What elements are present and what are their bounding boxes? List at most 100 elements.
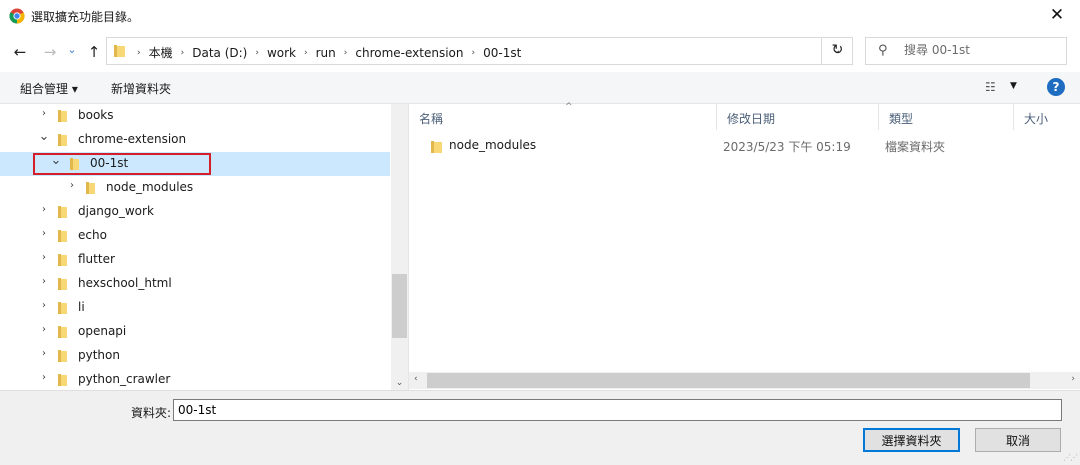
chevron-down-icon[interactable]: ⌄ (38, 129, 50, 144)
breadcrumb-this-pc[interactable]: 本機 (145, 44, 177, 61)
chevron-right-icon[interactable]: › (300, 48, 312, 58)
file-name: node_modules (449, 138, 537, 152)
tree-item[interactable]: › flutter (0, 248, 390, 272)
view-options-icon[interactable]: ☷ (985, 80, 996, 94)
file-modified: 2023/5/23 下午 05:19 (723, 140, 851, 154)
chevron-right-icon[interactable]: › (251, 48, 263, 58)
chevron-right-icon[interactable]: › (38, 204, 50, 215)
file-row[interactable]: node_modules 2023/5/23 下午 05:19 檔案資料夾 (419, 135, 1069, 157)
chevron-right-icon[interactable]: › (38, 276, 50, 287)
tree-item[interactable]: › echo (0, 224, 390, 248)
search-icon: ⚲ (878, 43, 888, 58)
chevron-right-icon[interactable]: › (468, 48, 480, 58)
folder-icon (58, 278, 67, 290)
folder-name-input[interactable] (173, 399, 1062, 421)
breadcrumb-chrome-extension[interactable]: chrome-extension (351, 46, 467, 60)
tree-item-label: echo (78, 228, 107, 242)
address-bar[interactable]: › 本機 › Data (D:) › work › run › chrome-e… (106, 37, 853, 65)
tree-item[interactable]: › node_modules (0, 176, 390, 200)
file-type: 檔案資料夾 (885, 140, 946, 154)
tree-item-label: python_crawler (78, 372, 171, 386)
recent-locations-icon[interactable]: ⌄ (66, 40, 78, 60)
title-bar: 選取擴充功能目錄。 ✕ (0, 0, 1080, 32)
breadcrumb-run[interactable]: run (312, 46, 340, 60)
chevron-right-icon[interactable]: › (38, 252, 50, 263)
list-horizontal-scrollbar[interactable]: ‹ › (409, 372, 1080, 389)
new-folder-button[interactable]: 新增資料夾 (111, 80, 171, 97)
folder-label: 資料夾: (131, 406, 172, 420)
cancel-button[interactable]: 取消 (975, 428, 1061, 452)
select-folder-button[interactable]: 選擇資料夾 (863, 428, 960, 452)
folder-icon (58, 230, 67, 242)
tree-item[interactable]: › li (0, 296, 390, 320)
forward-arrow-icon[interactable]: → (40, 42, 60, 62)
command-bar: 組合管理 ▾ 新增資料夾 ☷ ▼ ? (0, 72, 1080, 104)
breadcrumb-00-1st[interactable]: 00-1st (479, 46, 525, 60)
tree-item[interactable]: ⌄ chrome-extension (0, 128, 390, 152)
chrome-icon (9, 8, 25, 24)
breadcrumb: › 本機 › Data (D:) › work › run › chrome-e… (133, 44, 525, 61)
tree-item-label: openapi (78, 324, 127, 338)
scroll-down-icon[interactable]: ⌄ (391, 378, 408, 388)
search-input[interactable] (904, 43, 1054, 57)
folder-icon (86, 182, 95, 194)
breadcrumb-work[interactable]: work (263, 46, 300, 60)
column-header-modified[interactable]: 修改日期 (717, 104, 879, 130)
chevron-right-icon[interactable]: › (340, 48, 352, 58)
tree-vertical-scrollbar[interactable]: ⌄ (391, 104, 408, 390)
column-header-name[interactable]: 名稱 ^ (409, 102, 717, 130)
refresh-icon[interactable]: ↻ (821, 37, 853, 65)
back-arrow-icon[interactable]: ← (10, 42, 30, 62)
chevron-right-icon[interactable]: › (38, 300, 50, 311)
help-icon[interactable]: ? (1047, 78, 1065, 96)
chevron-right-icon[interactable]: › (38, 324, 50, 335)
chevron-right-icon[interactable]: › (38, 372, 50, 383)
tree-item[interactable]: › django_work (0, 200, 390, 224)
chevron-right-icon[interactable]: › (38, 228, 50, 239)
column-header-type[interactable]: 類型 (879, 104, 1014, 130)
breadcrumb-data-drive[interactable]: Data (D:) (188, 46, 251, 60)
navigation-tree: › books ⌄ chrome-extension ⌄ 00-1st › node_modu… (0, 104, 391, 390)
folder-icon (114, 45, 125, 57)
tree-item[interactable]: › openapi (0, 320, 390, 344)
tree-item[interactable]: › hexschool_html (0, 272, 390, 296)
chevron-right-icon[interactable]: › (66, 180, 78, 191)
chevron-right-icon[interactable]: › (38, 108, 50, 119)
folder-icon (58, 302, 67, 314)
column-header-size[interactable]: 大小 (1014, 104, 1080, 130)
tree-item-label: python (78, 348, 120, 362)
folder-icon (58, 374, 67, 386)
search-box: ⚲ (865, 37, 1067, 65)
tree-item-label: li (78, 300, 85, 314)
tree-item-label: books (78, 108, 114, 122)
scroll-right-icon[interactable]: › (1071, 374, 1075, 384)
resize-grip-icon[interactable]: ⋰⋰ (1063, 453, 1078, 462)
window-title: 選取擴充功能目錄。 (31, 10, 140, 24)
sort-ascending-icon: ^ (565, 102, 573, 112)
selection-highlight-box (33, 153, 211, 175)
tree-item[interactable]: › books (0, 104, 390, 128)
folder-icon (58, 206, 67, 218)
tree-item[interactable]: › python (0, 344, 390, 368)
tree-item-label: chrome-extension (78, 132, 187, 146)
folder-icon (58, 254, 67, 266)
scrollbar-thumb[interactable] (427, 373, 1030, 388)
tree-item-label: django_work (78, 204, 154, 218)
chevron-right-icon[interactable]: › (133, 48, 145, 58)
folder-icon (58, 326, 67, 338)
tree-item[interactable]: › python_crawler (0, 368, 390, 390)
folder-icon (58, 350, 67, 362)
tree-item-label: node_modules (106, 180, 194, 194)
folder-icon (431, 141, 442, 153)
view-dropdown-icon[interactable]: ▼ (1010, 81, 1017, 91)
dialog-footer: 資料夾: 選擇資料夾 取消 ⋰⋰ (0, 390, 1080, 465)
chevron-right-icon[interactable]: › (38, 348, 50, 359)
up-arrow-icon[interactable]: ↑ (84, 42, 104, 62)
chevron-right-icon[interactable]: › (177, 48, 189, 58)
close-icon[interactable]: ✕ (1034, 0, 1080, 32)
folder-icon (58, 134, 67, 146)
scroll-left-icon[interactable]: ‹ (414, 374, 418, 384)
tree-item-label: hexschool_html (78, 276, 172, 290)
organize-menu-button[interactable]: 組合管理 ▾ (20, 80, 78, 97)
scrollbar-thumb[interactable] (392, 274, 407, 338)
